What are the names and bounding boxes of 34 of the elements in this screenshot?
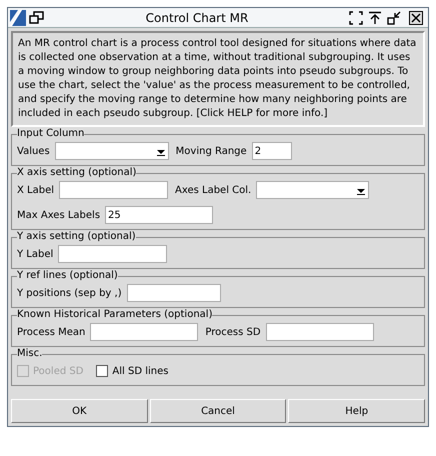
input-field[interactable]: 2 [252, 142, 292, 160]
dropdown[interactable] [256, 181, 370, 199]
input-field[interactable]: 25 [105, 206, 214, 224]
field-label: Y Label [17, 248, 54, 262]
field-label: Values [17, 144, 50, 158]
group-title: Input Column [17, 128, 84, 140]
maximize-icon[interactable] [349, 10, 363, 24]
group-title: Y ref lines (optional) [17, 270, 118, 282]
dialog-button[interactable]: OK [11, 399, 148, 423]
input-field[interactable] [90, 323, 198, 341]
checkbox[interactable]: All SD lines [96, 364, 168, 378]
group-title: Misc. [17, 348, 42, 360]
input-field[interactable] [126, 284, 221, 302]
field-label: Process Mean [17, 326, 86, 340]
field-label: Max Axes Labels [17, 208, 100, 222]
group-title: Y axis setting (optional) [17, 231, 136, 243]
group-title: X axis setting (optional) [17, 167, 136, 179]
input-field[interactable] [59, 181, 168, 199]
description-text: An MR control chart is a process control tool designed for situations where data is collected one observation at a time, without traditional subgrouping. It uses a moving window to group neighboring data points into pseudo subgroups. To use the chart, select the 'value' as the process measurement to be controlled, and specify the moving range to determine how many neighboring points are included in each pseudo subgroup. [Click HELP for more info.] [18, 37, 418, 121]
close-icon[interactable] [409, 10, 423, 24]
dialog-button[interactable]: Cancel [150, 399, 286, 423]
input-field[interactable] [266, 323, 374, 341]
field-label: Y positions (sep by ,) [17, 286, 122, 300]
group-title: Known Historical Parameters (optional) [17, 309, 212, 321]
dialog-button[interactable]: Help [288, 399, 426, 423]
field-label: Moving Range [176, 144, 247, 158]
field-label: Axes Label Col. [175, 184, 252, 198]
window-title: Control Chart MR [144, 10, 250, 26]
restore-icon[interactable] [29, 10, 45, 24]
input-field[interactable] [58, 245, 168, 263]
dropdown[interactable] [54, 142, 169, 160]
field-label: Process SD [205, 326, 261, 340]
field-label: X Label [17, 184, 54, 198]
minimize-icon[interactable] [387, 10, 401, 24]
